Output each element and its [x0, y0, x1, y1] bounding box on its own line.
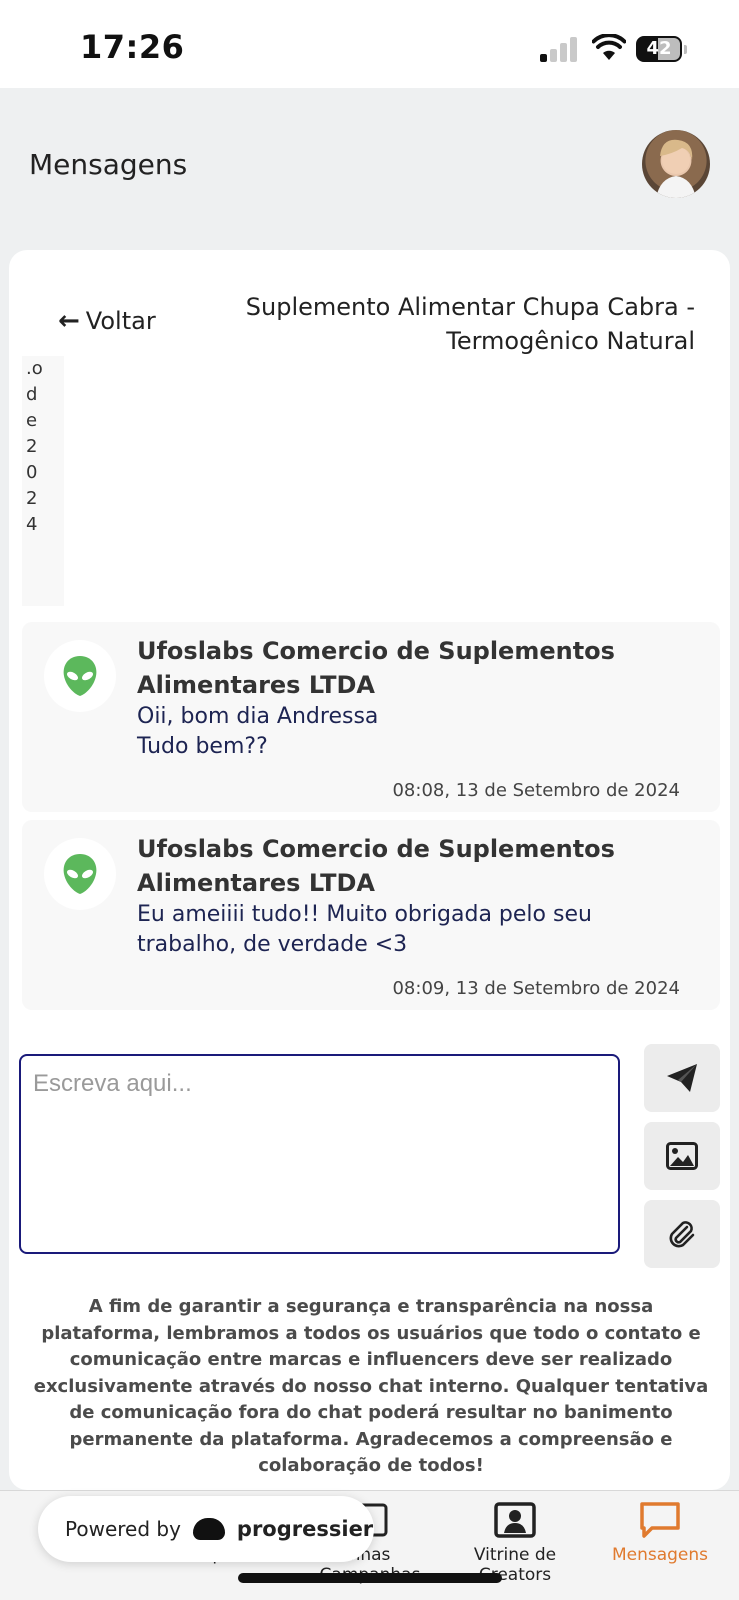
user-avatar[interactable] [642, 130, 710, 198]
attach-file-button[interactable] [644, 1200, 720, 1268]
alien-avatar-icon [44, 838, 116, 910]
powered-by-badge[interactable]: Powered by progressier [38, 1496, 374, 1562]
chat-bubble-icon [640, 1502, 680, 1538]
wifi-icon [592, 34, 626, 60]
battery-icon: 42 [636, 36, 688, 62]
cellular-signal-icon [540, 36, 580, 62]
message-text: Oii, bom dia Andressa Tudo bem?? [137, 704, 379, 759]
powered-by-prefix: Powered by [65, 1517, 181, 1541]
send-button[interactable] [644, 1044, 720, 1112]
image-icon [666, 1142, 698, 1170]
nav-item-mensagens[interactable]: Mensagens [590, 1501, 730, 1565]
status-bar: 17:26 42 [0, 0, 739, 88]
date-separator: .o de 2024 [22, 356, 64, 606]
message-time: 08:08, 13 de Setembro de 2024 [392, 780, 680, 801]
creator-showcase-icon [494, 1502, 536, 1538]
progressier-logo-icon [192, 1518, 225, 1540]
page-title: Mensagens [29, 148, 188, 181]
alien-avatar-icon [44, 640, 116, 712]
chat-policy-notice: A fim de garantir a segurança e transpar… [33, 1296, 709, 1476]
battery-level: 42 [646, 38, 672, 59]
avatar-photo-icon [656, 139, 696, 198]
product-title: Suplemento Alimentar Chupa Cabra - Termo… [245, 293, 695, 355]
message-input[interactable] [19, 1054, 620, 1254]
nav-item-label: Mensagens [611, 1545, 709, 1565]
back-label: Voltar [85, 307, 156, 335]
message-item: Ufoslabs Comercio de Suplementos Aliment… [22, 622, 720, 812]
arrow-left-icon: ← [58, 306, 80, 336]
powered-by-brand: progressier [236, 1517, 374, 1541]
message-time: 08:09, 13 de Setembro de 2024 [392, 978, 680, 999]
paper-plane-icon [667, 1064, 697, 1092]
home-indicator [238, 1573, 502, 1583]
attach-image-button[interactable] [644, 1122, 720, 1190]
message-sender: Ufoslabs Comercio de Suplementos Aliment… [137, 835, 615, 897]
back-button[interactable]: ← Voltar [58, 306, 156, 336]
paperclip-icon [669, 1221, 695, 1248]
status-time: 17:26 [80, 28, 185, 66]
date-separator-text: .o de 2024 [26, 358, 43, 535]
message-sender: Ufoslabs Comercio de Suplementos Aliment… [137, 637, 615, 699]
message-item: Ufoslabs Comercio de Suplementos Aliment… [22, 820, 720, 1010]
message-text: Eu ameiiii tudo!! Muito obrigada pelo se… [137, 902, 592, 957]
